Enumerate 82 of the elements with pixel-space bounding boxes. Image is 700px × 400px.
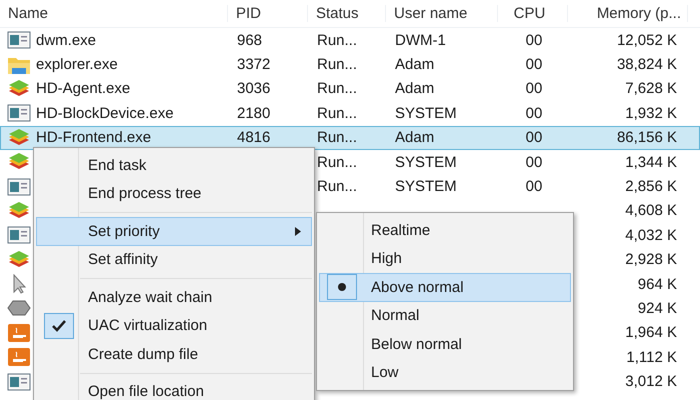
window-icon — [7, 178, 31, 196]
table-cell-text: 1,112 K — [626, 348, 678, 366]
table-cell-text: 3036 — [236, 80, 270, 98]
table-cell-text: SYSTEM — [394, 154, 457, 171]
table-cell-text: Adam — [394, 56, 434, 74]
menu-item[interactable]: Realtime — [319, 216, 571, 244]
table-cell-text: Run... — [316, 104, 358, 122]
menu-item[interactable]: Set affinity — [36, 246, 312, 274]
layers-icon — [7, 200, 31, 221]
table-cell-text: 1,964 K — [625, 324, 678, 342]
table-cell-text: 2,928 K — [625, 251, 678, 268]
table-cell-text: 4,608 K — [625, 202, 678, 220]
layers-icon — [7, 250, 31, 270]
bullet-icon — [338, 283, 346, 292]
window-icon — [7, 31, 31, 50]
menu-item[interactable]: UAC virtualization — [36, 312, 312, 340]
menu-item[interactable]: End process tree — [36, 180, 312, 208]
table-cell-text: 2,856 K — [625, 178, 678, 196]
layers-icon — [7, 78, 31, 99]
menu-item[interactable]: Analyze wait chain — [36, 283, 312, 312]
process-name: HD-Agent.exe — [36, 80, 130, 98]
menu-item[interactable]: Open file location — [36, 378, 312, 400]
table-cell-text: Run... — [316, 32, 358, 49]
table-cell-text: 1,932 K — [625, 104, 678, 122]
layers-icon — [7, 128, 31, 148]
table-cell-text: SYSTEM — [394, 178, 457, 196]
table-cell-text: 3372 — [236, 56, 270, 74]
window-icon — [7, 226, 31, 244]
menu-item[interactable]: High — [319, 244, 571, 273]
menu-item[interactable]: Below normal — [319, 330, 571, 358]
table-cell-text: DWM-1 — [394, 32, 446, 49]
table-cell-text: 924 K — [638, 300, 678, 317]
table-cell-text: Run... — [316, 56, 358, 74]
window-icon — [7, 372, 31, 391]
column-header[interactable]: Memory (p... — [568, 5, 688, 22]
hexagon-icon — [7, 298, 31, 318]
column-header[interactable]: Name — [0, 5, 228, 22]
table-cell-text: Adam — [394, 80, 434, 98]
cup-icon — [7, 322, 31, 343]
cup-icon — [7, 347, 31, 368]
table-cell-text: 4,032 K — [625, 226, 678, 244]
table-cell: 00 — [526, 80, 542, 98]
table-cell-text: Run... — [316, 129, 358, 146]
menu-item[interactable]: Normal — [319, 302, 571, 330]
table-cell-text: Run... — [316, 178, 358, 196]
column-header[interactable]: CPU — [498, 5, 568, 22]
table-cell-text: 7,628 K — [625, 80, 678, 98]
selected-row[interactable]: HD-Frontend.exe 4816 Run... Adam 00 86,156 K — [0, 126, 700, 150]
table-cell: 00 — [526, 129, 542, 146]
column-header[interactable]: PID — [228, 5, 308, 22]
table-cell-text: 86,156 K — [616, 129, 678, 146]
process-name: dwm.exe — [36, 32, 96, 49]
table-cell: 00 — [526, 154, 542, 171]
table-cell-text: 1,344 K — [625, 154, 678, 171]
table-cell: 00 — [526, 32, 542, 49]
table-cell-text: 4816 — [236, 129, 270, 146]
table-cell-text: 2180 — [236, 104, 270, 122]
column-header[interactable]: User name — [386, 5, 498, 22]
column-header[interactable]: Status — [308, 5, 386, 22]
table-cell-text: Run... — [316, 154, 358, 171]
menu-item[interactable]: Set priority — [36, 217, 312, 246]
checkmark-icon — [52, 320, 66, 332]
menu-item[interactable]: Create dump file — [36, 340, 312, 368]
table-cell-text: 3,012 K — [625, 373, 678, 390]
table-cell: 00 — [526, 178, 542, 196]
window-icon — [7, 104, 31, 122]
process-name: explorer.exe — [36, 56, 118, 74]
menu-item[interactable]: Low — [319, 358, 571, 387]
table-cell-text: 38,824 K — [616, 56, 678, 74]
menu-item[interactable]: End task — [36, 151, 312, 180]
menu-item[interactable]: Above normal — [319, 273, 571, 302]
table-cell: 00 — [526, 56, 542, 74]
table-cell-text: SYSTEM — [394, 104, 457, 122]
process-name: HD-BlockDevice.exe — [36, 104, 174, 122]
process-name: HD-Frontend.exe — [36, 129, 152, 146]
table-cell-text: 964 K — [638, 276, 678, 293]
table-cell: 00 — [526, 104, 542, 122]
table-cell-text: Run... — [316, 80, 358, 98]
table-cell-text: 968 — [236, 32, 262, 49]
submenu-arrow-icon — [295, 226, 301, 236]
table-cell-text: Adam — [394, 129, 434, 146]
table-cell-text: 12,052 K — [616, 32, 678, 49]
